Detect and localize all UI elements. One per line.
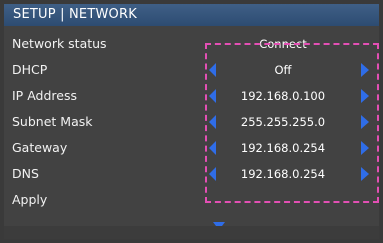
- dhcp-label: DHCP: [12, 62, 48, 77]
- ip-address-row[interactable]: IP Address 192.168.0.100: [4, 84, 379, 108]
- subnet-mask-value[interactable]: 255.255.255.0: [210, 113, 356, 131]
- subnet-mask-right-arrow-icon[interactable]: [361, 115, 369, 129]
- dns-row[interactable]: DNS 192.168.0.254: [4, 162, 379, 186]
- gateway-label: Gateway: [12, 140, 68, 155]
- network-settings-panel: Network status Connect DHCP Off IP Addre…: [4, 26, 379, 239]
- ip-address-value[interactable]: 192.168.0.100: [210, 87, 356, 105]
- ip-address-label: IP Address: [12, 88, 77, 103]
- dns-label: DNS: [12, 166, 39, 181]
- apply-label[interactable]: Apply: [12, 191, 47, 209]
- subnet-mask-label: Subnet Mask: [12, 114, 93, 129]
- gateway-row[interactable]: Gateway 192.168.0.254: [4, 136, 379, 160]
- dhcp-value[interactable]: Off: [210, 61, 356, 79]
- dns-right-arrow-icon[interactable]: [361, 167, 369, 181]
- dhcp-row[interactable]: DHCP Off: [4, 58, 379, 82]
- gateway-value[interactable]: 192.168.0.254: [210, 139, 356, 157]
- bottom-bar: [4, 226, 379, 239]
- page-title: SETUP | NETWORK: [13, 7, 137, 22]
- gateway-right-arrow-icon[interactable]: [361, 141, 369, 155]
- menu-title-bar: SETUP | NETWORK: [4, 4, 379, 26]
- dhcp-right-arrow-icon[interactable]: [361, 63, 369, 77]
- network-status-label: Network status: [12, 36, 107, 51]
- network-status-row: Network status Connect: [4, 32, 379, 56]
- apply-row[interactable]: Apply: [4, 188, 379, 212]
- network-status-value: Connect: [259, 37, 307, 51]
- subnet-mask-row[interactable]: Subnet Mask 255.255.255.0: [4, 110, 379, 134]
- ip-address-right-arrow-icon[interactable]: [361, 89, 369, 103]
- dns-value[interactable]: 192.168.0.254: [210, 165, 356, 183]
